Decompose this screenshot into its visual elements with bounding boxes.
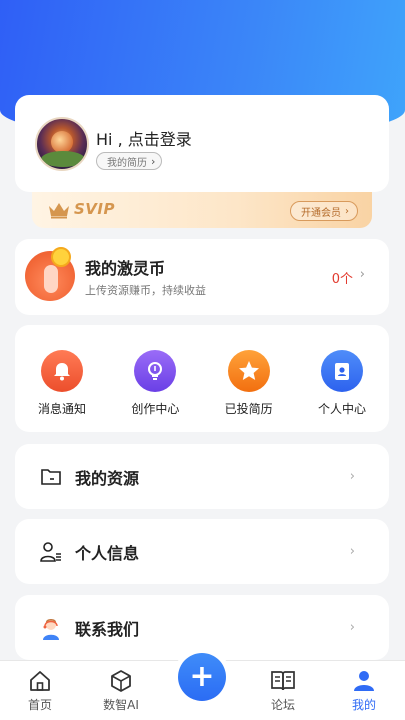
chevron-right-icon: › xyxy=(345,205,349,217)
menu-item-label: 我的资源 xyxy=(75,468,140,488)
profile-card[interactable]: Hi , 点击登录 我的简历 › xyxy=(15,95,389,192)
folder-icon xyxy=(39,465,63,489)
menu-item-personal-info[interactable]: 个人信息 › xyxy=(15,519,389,584)
chevron-right-icon: › xyxy=(349,620,355,635)
quick-actions: 消息通知 创作中心 已投简历 个人中心 xyxy=(15,325,389,432)
quick-action-label: 创作中心 xyxy=(131,402,180,416)
tab-ai[interactable]: 数智AI xyxy=(91,669,151,713)
open-membership-label: 开通会员 xyxy=(301,207,341,219)
quick-action-label: 个人中心 xyxy=(317,402,366,416)
lightbulb-icon xyxy=(134,350,177,392)
tab-label: 首页 xyxy=(27,698,52,712)
user-info-icon xyxy=(39,540,63,564)
login-prompt[interactable]: Hi , 点击登录 xyxy=(96,126,192,150)
coin-title: 我的激灵币 xyxy=(85,259,166,278)
chevron-right-icon: › xyxy=(349,469,355,484)
quick-action-notifications[interactable]: 消息通知 xyxy=(22,325,102,432)
home-icon xyxy=(30,671,50,691)
coin-card[interactable]: 我的激灵币 上传资源赚币，持续收益 0个 › xyxy=(15,239,389,315)
quick-action-personal-center[interactable]: 个人中心 xyxy=(302,325,382,432)
tab-forum[interactable]: 论坛 xyxy=(253,669,313,713)
tab-home[interactable]: 首页 xyxy=(10,669,70,713)
bell-icon xyxy=(41,350,83,392)
book-icon xyxy=(271,671,295,691)
tab-mine[interactable]: 我的 xyxy=(334,669,394,713)
crown-icon xyxy=(49,203,69,219)
menu-item-contact-us[interactable]: 联系我们 › xyxy=(15,595,389,660)
person-icon xyxy=(354,671,374,691)
tab-label: 数智AI xyxy=(103,698,139,712)
menu-item-label: 个人信息 xyxy=(75,543,140,563)
tab-label: 我的 xyxy=(351,698,376,712)
star-icon xyxy=(227,350,270,392)
support-agent-icon xyxy=(39,616,63,640)
my-resume-button[interactable]: 我的简历 › xyxy=(96,152,163,170)
open-membership-button[interactable]: 开通会员 › xyxy=(290,201,358,221)
cube-icon xyxy=(111,670,131,692)
quick-action-creation-center[interactable]: 创作中心 xyxy=(115,325,195,432)
menu-item-label: 联系我们 xyxy=(75,619,140,639)
quick-action-submitted-resumes[interactable]: 已投简历 xyxy=(209,325,289,432)
svip-label: SVIP xyxy=(74,200,115,218)
id-card-icon xyxy=(320,350,363,392)
chevron-right-icon: › xyxy=(349,544,355,559)
menu-item-my-resources[interactable]: 我的资源 › xyxy=(15,444,389,509)
coin-subtitle: 上传资源赚币，持续收益 xyxy=(85,284,206,297)
avatar[interactable] xyxy=(35,117,89,171)
my-resume-label: 我的简历 xyxy=(107,157,147,169)
chevron-right-icon: › xyxy=(359,267,365,282)
coin-hand-icon xyxy=(25,247,75,301)
quick-action-label: 已投简历 xyxy=(224,402,273,416)
svip-banner[interactable]: SVIP 开通会员 › xyxy=(32,192,372,228)
coin-count: 0个 xyxy=(331,272,353,287)
add-button[interactable]: + xyxy=(178,653,226,701)
tab-label: 论坛 xyxy=(270,698,295,712)
quick-action-label: 消息通知 xyxy=(37,402,86,416)
chevron-right-icon: › xyxy=(151,154,156,168)
